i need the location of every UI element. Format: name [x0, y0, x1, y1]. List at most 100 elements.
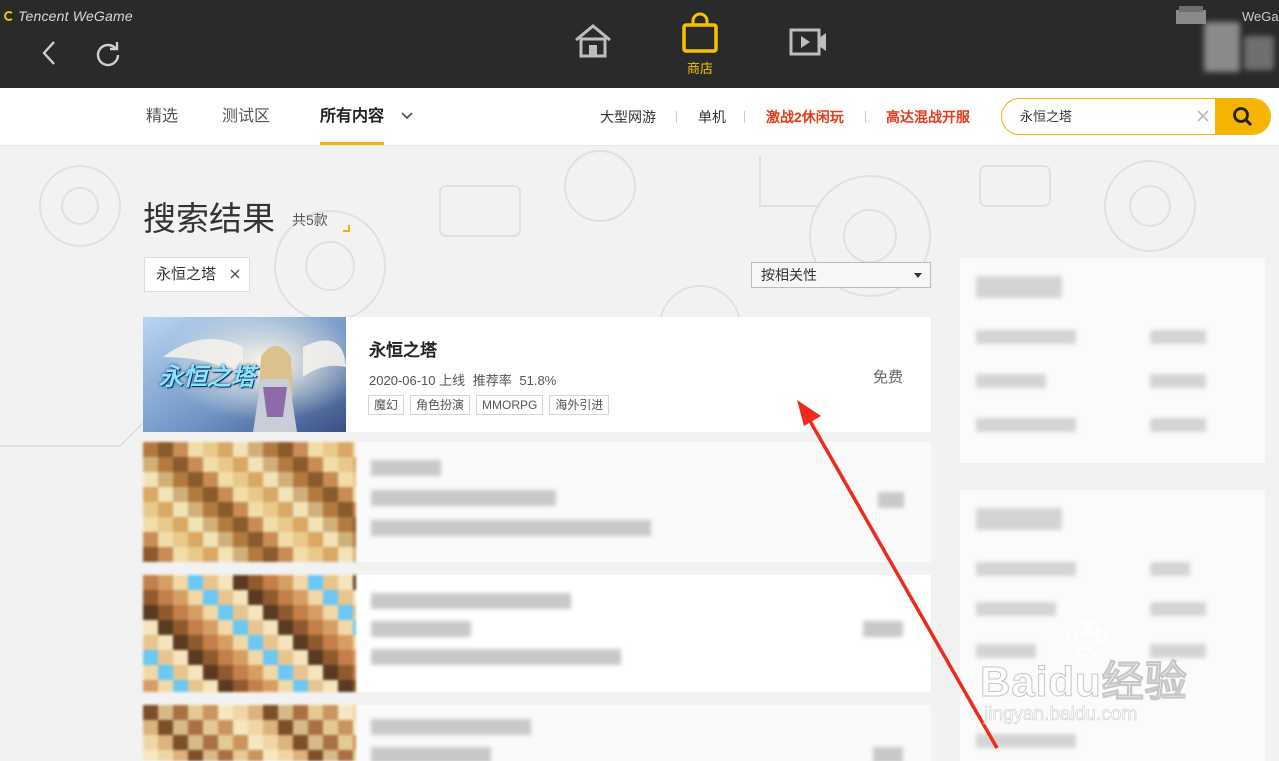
mosaic-tile — [308, 735, 323, 750]
tab-all-content[interactable]: 所有内容 — [320, 88, 385, 146]
release-date: 2020-06-10 上线 — [369, 373, 466, 388]
mosaic-tile — [203, 442, 218, 457]
result-card-blurred[interactable] — [143, 442, 931, 562]
mosaic-tile — [308, 720, 323, 735]
redacted-text — [976, 562, 1076, 576]
mosaic-tile — [293, 635, 308, 650]
mosaic-tile — [353, 590, 356, 605]
mosaic-tile — [338, 502, 353, 517]
mosaic-tile — [173, 547, 188, 562]
refresh-icon[interactable] — [93, 38, 123, 68]
mosaic-tile — [278, 735, 293, 750]
mosaic-tile — [158, 720, 173, 735]
mosaic-tile — [323, 750, 338, 761]
mosaic-tile — [173, 575, 188, 590]
search-input[interactable] — [1020, 99, 1190, 134]
redacted-text — [878, 492, 904, 508]
filter-chip-label: 永恒之塔 — [156, 266, 217, 283]
video-icon[interactable] — [786, 20, 830, 64]
tag[interactable]: 海外引进 — [549, 395, 610, 415]
mosaic-tile — [263, 720, 278, 735]
mosaic-tile — [203, 650, 218, 665]
filter-chip[interactable]: 永恒之塔 — [144, 257, 250, 292]
avatar[interactable] — [1204, 22, 1240, 72]
redacted-text — [371, 593, 571, 609]
link-single-player[interactable]: 单机 — [698, 88, 726, 146]
mosaic-tile — [203, 605, 218, 620]
mosaic-tile — [293, 472, 308, 487]
mosaic-tile — [173, 457, 188, 472]
user-area[interactable]: WeGa — [1172, 0, 1279, 88]
mosaic-tile — [233, 457, 248, 472]
mosaic-tile — [158, 457, 173, 472]
mosaic-tile — [188, 720, 203, 735]
mosaic-tile — [188, 650, 203, 665]
mosaic-tile — [203, 502, 218, 517]
mosaic-tile — [338, 487, 353, 502]
mosaic-tile — [278, 750, 293, 761]
game-thumbnail[interactable]: 永恒之塔 — [143, 317, 346, 432]
result-card-blurred[interactable] — [143, 575, 931, 692]
mosaic-tile — [218, 720, 233, 735]
mosaic-tile — [353, 442, 356, 457]
tag[interactable]: 角色扮演 — [410, 395, 471, 415]
link-mmo[interactable]: 大型网游 — [600, 88, 656, 146]
mosaic-tile — [353, 650, 356, 665]
mosaic-tile — [143, 472, 158, 487]
mosaic-tile — [323, 650, 338, 665]
store-label[interactable]: 商店 — [672, 58, 728, 77]
mosaic-tile — [173, 532, 188, 547]
mosaic-tile — [188, 635, 203, 650]
rating-label: 推荐率 — [472, 373, 512, 388]
result-card[interactable]: 永恒之塔 永恒之塔 2020-06-10 上线 推荐率 51.8% 魔幻 角色扮… — [143, 317, 931, 432]
mosaic-tile — [263, 635, 278, 650]
tag[interactable]: 魔幻 — [368, 395, 405, 415]
mosaic-tile — [158, 590, 173, 605]
mosaic-tile — [233, 487, 248, 502]
search-button[interactable] — [1215, 99, 1270, 134]
gift-icon[interactable] — [1174, 4, 1208, 26]
mosaic-tile — [263, 665, 278, 680]
link-promo-guildwars[interactable]: 激战2休闲玩 — [766, 88, 844, 146]
mosaic-tile — [203, 472, 218, 487]
mosaic-tile — [218, 650, 233, 665]
dropdown-caret-icon — [914, 273, 922, 278]
mosaic-tile — [338, 590, 353, 605]
store-bag-icon[interactable] — [678, 12, 722, 56]
tab-test-zone[interactable]: 测试区 — [222, 88, 270, 146]
page-title: 搜索结果 — [143, 200, 275, 237]
link-promo-gundam[interactable]: 高达混战开服 — [886, 88, 970, 146]
home-icon[interactable] — [571, 20, 615, 64]
mosaic-tile — [173, 472, 188, 487]
clear-search-icon[interactable] — [1194, 107, 1212, 125]
mosaic-tile — [278, 457, 293, 472]
mosaic-tile — [203, 457, 218, 472]
mosaic-tile — [323, 735, 338, 750]
mosaic-tile — [308, 442, 323, 457]
mosaic-tile — [158, 635, 173, 650]
back-arrow-icon[interactable] — [36, 38, 66, 68]
tag[interactable]: MMORPG — [476, 395, 544, 415]
mosaic-tile — [143, 532, 158, 547]
redacted-text — [976, 330, 1076, 344]
tab-featured[interactable]: 精选 — [146, 88, 178, 146]
mosaic-tile — [308, 665, 323, 680]
mosaic-tile — [143, 590, 158, 605]
game-title[interactable]: 永恒之塔 — [369, 336, 437, 361]
result-card-blurred[interactable] — [143, 705, 931, 761]
redacted-text — [1150, 418, 1206, 432]
sort-dropdown[interactable]: 按相关性 — [751, 262, 931, 288]
mosaic-tile — [188, 590, 203, 605]
mosaic-tile — [218, 665, 233, 680]
remove-filter-icon[interactable] — [229, 268, 241, 280]
mosaic-tile — [233, 750, 248, 761]
mosaic-tile — [158, 547, 173, 562]
mosaic-tile — [353, 620, 356, 635]
mosaic-tile — [338, 680, 353, 692]
chevron-down-icon[interactable] — [400, 109, 414, 123]
mosaic-tile — [173, 620, 188, 635]
mosaic-tile — [218, 532, 233, 547]
mosaic-tile — [263, 502, 278, 517]
mosaic-tile — [323, 502, 338, 517]
account-label: WeGa — [1242, 9, 1279, 24]
